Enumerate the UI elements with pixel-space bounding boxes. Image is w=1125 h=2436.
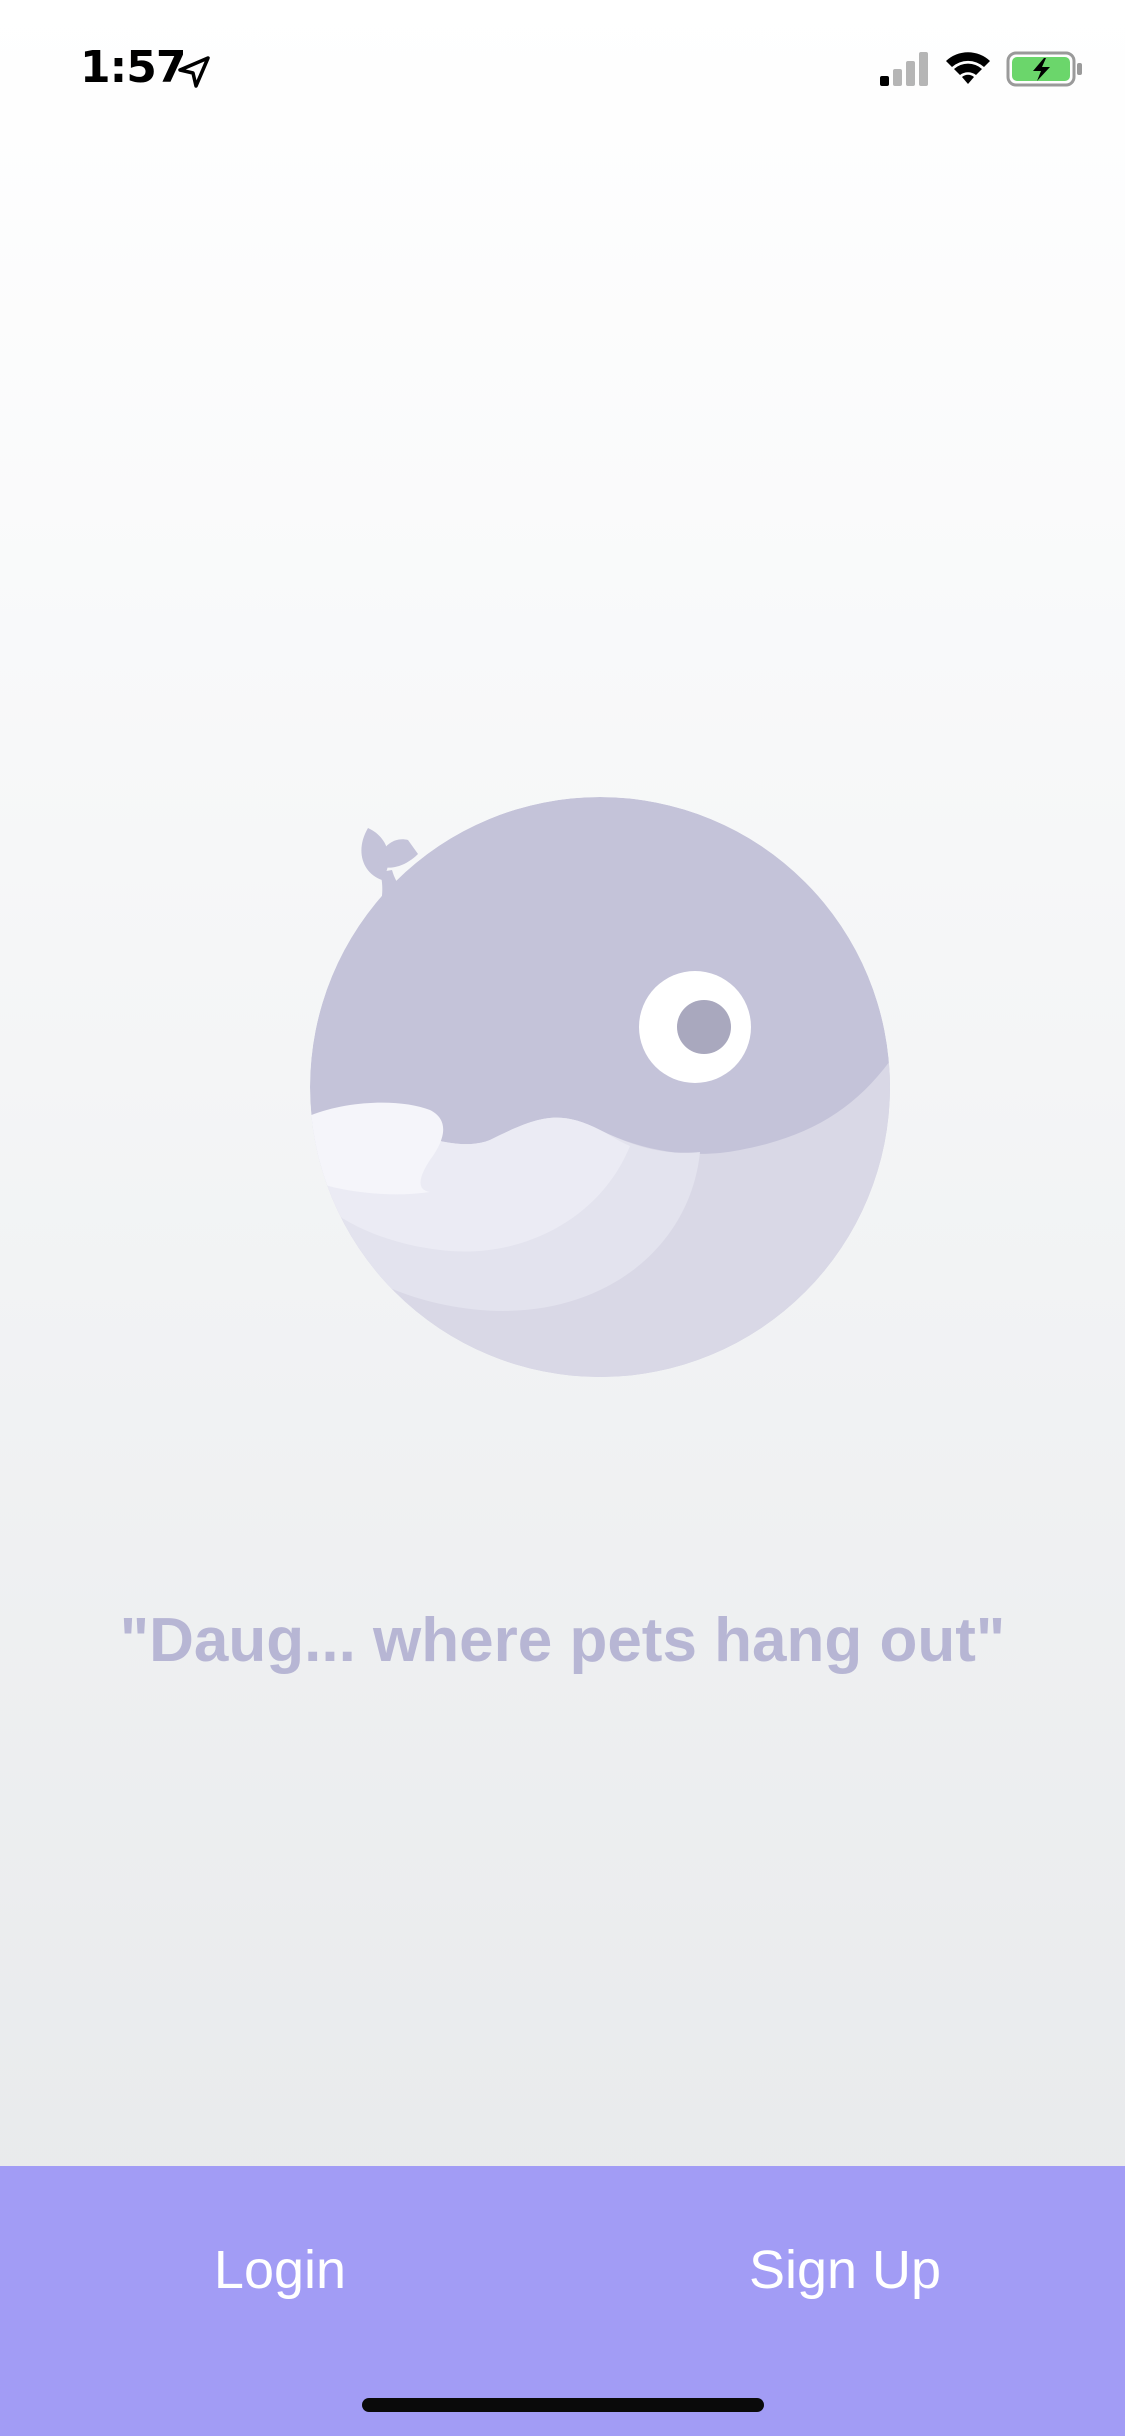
home-indicator[interactable] (362, 2398, 764, 2412)
battery-charging-icon (1006, 51, 1082, 87)
tagline: "Daug... where pets hang out" (119, 1606, 1006, 1675)
whale-icon (310, 797, 890, 1377)
status-time: 1:57 (80, 42, 186, 93)
status-bar: 1:57 (0, 0, 1125, 140)
wifi-icon (946, 52, 990, 84)
signup-button[interactable]: Sign Up (735, 2230, 955, 2310)
location-arrow-icon (178, 56, 210, 88)
cellular-signal-icon (880, 52, 928, 86)
login-button[interactable]: Login (200, 2230, 360, 2310)
bottom-action-bar: Login Sign Up (0, 2166, 1125, 2436)
